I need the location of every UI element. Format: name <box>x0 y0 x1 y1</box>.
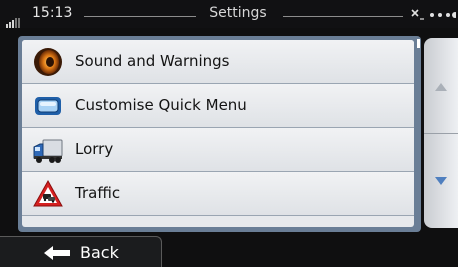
lorry-icon <box>33 139 63 163</box>
title-divider-right <box>283 16 403 17</box>
scroll-up-arrow-icon[interactable] <box>434 82 448 92</box>
clock-time: 15:13 <box>32 5 73 21</box>
scroll-down-arrow-icon[interactable] <box>434 176 448 186</box>
back-arrow-icon <box>44 246 70 260</box>
scroll-control-divider <box>424 133 458 134</box>
quick-menu-icon <box>35 97 61 115</box>
signal-strength-icon <box>6 9 28 28</box>
list-item-label: Sound and Warnings <box>75 52 230 70</box>
list-item-label: Customise Quick Menu <box>75 96 247 114</box>
back-button-label: Back <box>80 243 119 262</box>
list-item-sound-and-warnings[interactable]: Sound and Warnings <box>22 40 414 84</box>
status-bar: 15:13 Settings <box>0 0 458 28</box>
page-title: Settings <box>209 5 267 21</box>
list-item-label: Lorry <box>75 140 114 158</box>
list-item-lorry[interactable]: Lorry <box>22 128 414 172</box>
traffic-warning-icon <box>33 179 63 207</box>
list-scroll-indicator <box>417 39 420 48</box>
list-item-label: Traffic <box>75 184 121 202</box>
speaker-icon <box>34 48 62 76</box>
gps-satellite-icon <box>411 9 456 20</box>
list-item-traffic[interactable]: Traffic <box>22 172 414 216</box>
settings-list[interactable]: Sound and Warnings Customise Quick Menu … <box>22 40 414 227</box>
list-item-customise-quick-menu[interactable]: Customise Quick Menu <box>22 84 414 128</box>
title-divider-left <box>84 16 196 17</box>
back-button[interactable]: Back <box>0 236 162 267</box>
